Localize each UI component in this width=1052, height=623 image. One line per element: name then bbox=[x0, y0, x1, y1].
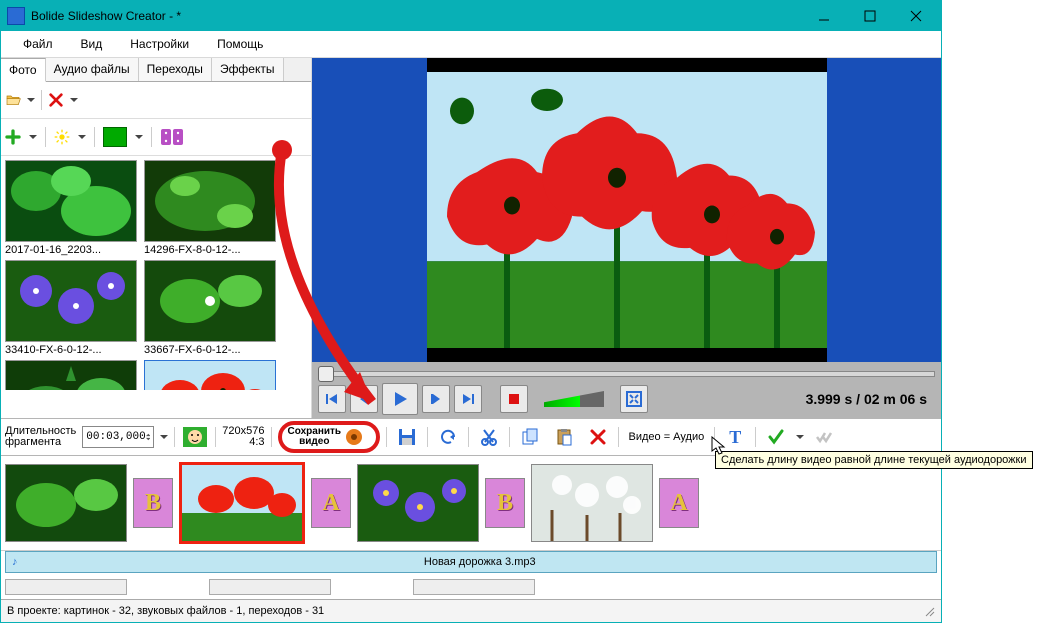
timeline-transition[interactable]: B bbox=[485, 478, 525, 528]
timeline-transition[interactable]: A bbox=[311, 478, 351, 528]
timeline-clip[interactable] bbox=[357, 464, 479, 542]
mouse-cursor-icon bbox=[711, 436, 727, 456]
delete-icon[interactable] bbox=[48, 92, 64, 108]
timeline-transition[interactable]: B bbox=[133, 478, 173, 528]
color-dropdown-icon[interactable] bbox=[135, 133, 143, 141]
film-icon[interactable] bbox=[160, 127, 188, 147]
prev-frame-button[interactable] bbox=[350, 385, 378, 413]
next-frame-button[interactable] bbox=[422, 385, 450, 413]
menu-view[interactable]: Вид bbox=[67, 35, 117, 53]
thumb-item[interactable]: 33743-FX-6-0-12-... bbox=[5, 360, 140, 390]
timeline-ghost[interactable] bbox=[413, 579, 535, 595]
window-title: Bolide Slideshow Creator - * bbox=[31, 9, 801, 23]
skip-start-button[interactable] bbox=[318, 385, 346, 413]
app-icon bbox=[7, 7, 25, 25]
delete-button[interactable] bbox=[584, 423, 612, 451]
status-text: В проекте: картинок - 32, звуковых файло… bbox=[7, 605, 923, 617]
timeline-clip-selected[interactable] bbox=[179, 462, 305, 544]
media-panel: Фото Аудио файлы Переходы Эффекты bbox=[1, 58, 312, 418]
paste-button[interactable] bbox=[550, 423, 578, 451]
save-video-button[interactable]: Сохранитьвидео bbox=[278, 421, 380, 453]
timeline-ghost[interactable] bbox=[5, 579, 127, 595]
tab-photo[interactable]: Фото bbox=[1, 58, 46, 82]
thumb-item[interactable]: 33667-FX-6-0-12-... bbox=[144, 260, 279, 356]
fullscreen-button[interactable] bbox=[620, 385, 648, 413]
delete-dropdown-icon[interactable] bbox=[70, 96, 78, 104]
video-equals-audio-button[interactable]: Видео = Аудио bbox=[625, 429, 709, 445]
tab-audio[interactable]: Аудио файлы bbox=[46, 58, 139, 81]
save-project-button[interactable] bbox=[393, 423, 421, 451]
menubar: Файл Вид Настройки Помощь bbox=[1, 31, 941, 58]
add-dropdown-icon[interactable] bbox=[29, 133, 37, 141]
brightness-dropdown-icon[interactable] bbox=[78, 133, 86, 141]
app-window: Bolide Slideshow Creator - * Файл Вид На… bbox=[0, 0, 942, 623]
tab-transitions[interactable]: Переходы bbox=[139, 58, 212, 81]
timecode: 3.999 s / 02 m 06 s bbox=[806, 391, 935, 407]
timeline-ghost[interactable] bbox=[209, 579, 331, 595]
maximize-button[interactable] bbox=[847, 1, 893, 31]
face-button[interactable] bbox=[181, 423, 209, 451]
timeline-clip[interactable] bbox=[5, 464, 127, 542]
minimize-button[interactable] bbox=[801, 1, 847, 31]
apply-all-button[interactable] bbox=[810, 423, 838, 451]
seek-knob[interactable] bbox=[318, 366, 334, 382]
thumb-item[interactable]: 37055-FX-6-0-12-... bbox=[144, 360, 279, 390]
timeline-video-track[interactable]: B A B A bbox=[1, 456, 941, 551]
preview-panel: 3.999 s / 02 m 06 s bbox=[312, 58, 941, 418]
menu-file[interactable]: Файл bbox=[9, 35, 67, 53]
play-button[interactable] bbox=[382, 383, 418, 415]
menu-settings[interactable]: Настройки bbox=[116, 35, 203, 53]
folder-open-icon[interactable] bbox=[5, 92, 21, 108]
music-note-icon: ♪ bbox=[12, 556, 18, 568]
thumb-item[interactable]: 14296-FX-8-0-12-... bbox=[144, 160, 279, 256]
titlebar: Bolide Slideshow Creator - * bbox=[1, 1, 941, 31]
add-toolbar bbox=[1, 119, 311, 156]
resize-grip-icon[interactable] bbox=[923, 605, 935, 617]
thumb-caption: 33667-FX-6-0-12-... bbox=[144, 342, 279, 356]
close-button[interactable] bbox=[893, 1, 939, 31]
thumb-caption: 14296-FX-8-0-12-... bbox=[144, 242, 279, 256]
thumb-caption: 33410-FX-6-0-12-... bbox=[5, 342, 140, 356]
undo-button[interactable] bbox=[434, 423, 462, 451]
timeline-clip[interactable] bbox=[531, 464, 653, 542]
media-tabs: Фото Аудио файлы Переходы Эффекты bbox=[1, 58, 311, 82]
color-swatch[interactable] bbox=[103, 127, 127, 147]
duration-dropdown-icon[interactable] bbox=[160, 433, 168, 441]
copy-button[interactable] bbox=[516, 423, 544, 451]
stop-button[interactable] bbox=[500, 385, 528, 413]
playback-controls: 3.999 s / 02 m 06 s bbox=[312, 380, 941, 418]
skip-end-button[interactable] bbox=[454, 385, 482, 413]
add-icon[interactable] bbox=[5, 129, 21, 145]
apply-dropdown-icon[interactable] bbox=[796, 433, 804, 441]
seek-bar[interactable] bbox=[318, 366, 935, 380]
tooltip: Сделать длину видео равной длине текущей… bbox=[715, 451, 1033, 469]
thumbnail-grid: 2017-01-16_2203... 14296-FX-8-0-12-... 3… bbox=[1, 156, 311, 390]
timeline-row-2[interactable] bbox=[1, 577, 941, 599]
folder-dropdown-icon[interactable] bbox=[27, 96, 35, 104]
format-aspect: 4:3 bbox=[222, 437, 264, 448]
file-toolbar bbox=[1, 82, 311, 119]
status-bar: В проекте: картинок - 32, звуковых файло… bbox=[1, 599, 941, 622]
timeline-transition[interactable]: A bbox=[659, 478, 699, 528]
brightness-icon[interactable] bbox=[54, 129, 70, 145]
fragment-duration-input[interactable]: 00:03,000 bbox=[82, 426, 154, 448]
volume-meter[interactable] bbox=[544, 391, 604, 407]
thumb-caption: 2017-01-16_2203... bbox=[5, 242, 140, 256]
menu-help[interactable]: Помощь bbox=[203, 35, 277, 53]
thumb-item[interactable]: 33410-FX-6-0-12-... bbox=[5, 260, 140, 356]
fragment-duration-label: Длительность фрагмента bbox=[5, 426, 76, 448]
cut-button[interactable] bbox=[475, 423, 503, 451]
timeline-toolbar: Длительность фрагмента 00:03,000 720x576… bbox=[1, 418, 941, 456]
apply-button[interactable] bbox=[762, 423, 790, 451]
record-icon bbox=[345, 428, 363, 446]
audio-track-name: Новая дорожка 3.mp3 bbox=[24, 556, 937, 568]
video-viewport bbox=[312, 58, 941, 362]
thumb-item[interactable]: 2017-01-16_2203... bbox=[5, 160, 140, 256]
tab-effects[interactable]: Эффекты bbox=[212, 58, 284, 81]
preview-frame bbox=[427, 58, 827, 362]
timeline-audio-track[interactable]: ♪ Новая дорожка 3.mp3 bbox=[5, 551, 937, 573]
